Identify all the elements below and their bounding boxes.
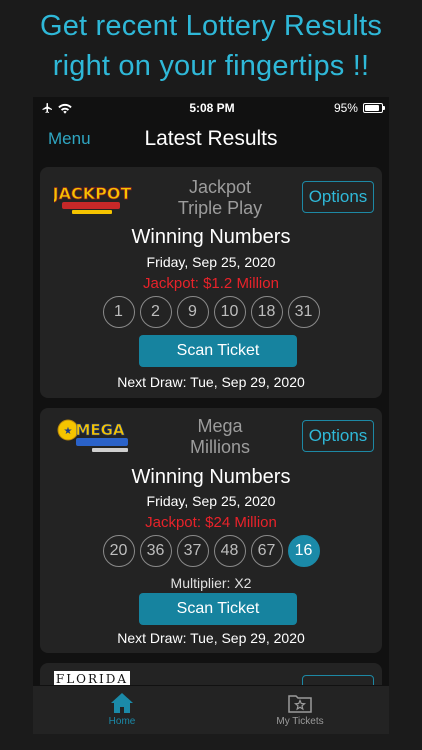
number-ball: 36 (139, 535, 172, 567)
winning-numbers: 1 2 9 10 18 31 (40, 296, 382, 328)
options-button[interactable]: Options (302, 420, 374, 452)
airplane-icon (42, 103, 52, 113)
promo-line-1: Get recent Lottery Results (39, 10, 383, 42)
nav-bar: Menu Latest Results (33, 119, 389, 159)
wifi-icon (58, 103, 72, 114)
options-button[interactable]: Options (302, 181, 374, 213)
number-ball: 10 (213, 296, 246, 328)
options-button-partial[interactable] (302, 675, 374, 685)
multiplier: Multiplier: X2 (170, 575, 252, 591)
result-card-florida: FLORIDA (40, 663, 382, 685)
tab-home-label: Home (108, 716, 136, 727)
tab-my-tickets-label: My Tickets (276, 716, 324, 727)
draw-date: Friday, Sep 25, 2020 (146, 493, 276, 509)
game-name-line-1: Jackpot (188, 177, 252, 197)
draw-date: Friday, Sep 25, 2020 (146, 254, 276, 270)
jackpot-triple-play-logo: JACKPOT (51, 177, 134, 217)
status-bar: 5:08 PM 95% (33, 97, 389, 119)
jackpot-amount: Jackpot: $1.2 Million (143, 275, 279, 292)
tickets-folder-icon (288, 695, 312, 713)
next-draw: Next Draw: Tue, Sep 29, 2020 (117, 374, 305, 390)
svg-text:★: ★ (64, 426, 73, 437)
number-ball: 37 (176, 535, 209, 567)
mega-millions-logo: ★ MEGA (54, 416, 134, 456)
number-ball: 20 (102, 535, 135, 567)
battery-icon (362, 103, 385, 113)
florida-logo-text: FLORIDA (55, 672, 129, 685)
number-ball: 1 (102, 296, 135, 328)
game-name: Jackpot Triple Play (140, 177, 300, 219)
scan-ticket-button[interactable]: Scan Ticket (139, 593, 297, 625)
results-list[interactable]: JACKPOT Jackpot Triple Play Options Winn… (33, 165, 389, 685)
game-name-line-2: Triple Play (177, 198, 263, 218)
promo-line-2: right on your fingertips !! (52, 50, 370, 82)
florida-lottery-logo: FLORIDA (54, 671, 130, 685)
tab-my-tickets[interactable]: My Tickets (211, 686, 389, 734)
game-name-line-1: Mega (197, 416, 243, 436)
number-ball: 9 (176, 296, 209, 328)
number-ball: 67 (250, 535, 283, 567)
number-ball: 18 (250, 296, 283, 328)
promo-banner: Get recent Lottery Results right on your… (0, 0, 422, 100)
scan-ticket-button[interactable]: Scan Ticket (139, 335, 297, 367)
number-ball: 48 (213, 535, 246, 567)
megaball-number: 16 (287, 535, 320, 567)
winning-numbers-title: Winning Numbers (131, 466, 291, 488)
status-time: 5:08 PM (189, 101, 235, 115)
result-card-mega-millions: ★ MEGA Mega Millions Options Winning Num… (40, 408, 382, 653)
page-title: Latest Results (144, 127, 278, 150)
winning-numbers: 20 36 37 48 67 16 (40, 535, 382, 567)
battery-percent: 95% (333, 101, 358, 115)
game-name-line-2: Millions (189, 437, 250, 457)
number-ball: 31 (287, 296, 320, 328)
number-ball: 2 (139, 296, 172, 328)
menu-button[interactable]: Menu (48, 129, 91, 149)
next-draw: Next Draw: Tue, Sep 29, 2020 (117, 630, 305, 646)
mega-logo-text: MEGA (75, 421, 124, 439)
winning-numbers-title: Winning Numbers (131, 226, 291, 248)
game-name: Mega Millions (140, 416, 300, 458)
phone-screen: 5:08 PM 95% Menu Latest Results JACKPOT … (33, 97, 389, 734)
jackpot-logo-text: JACKPOT (54, 184, 131, 203)
tab-home[interactable]: Home (33, 686, 211, 734)
home-icon (111, 693, 133, 713)
result-card-jackpot-triple-play: JACKPOT Jackpot Triple Play Options Winn… (40, 167, 382, 398)
tab-bar: Home My Tickets (33, 686, 389, 734)
jackpot-amount: Jackpot: $24 Million (145, 514, 277, 531)
